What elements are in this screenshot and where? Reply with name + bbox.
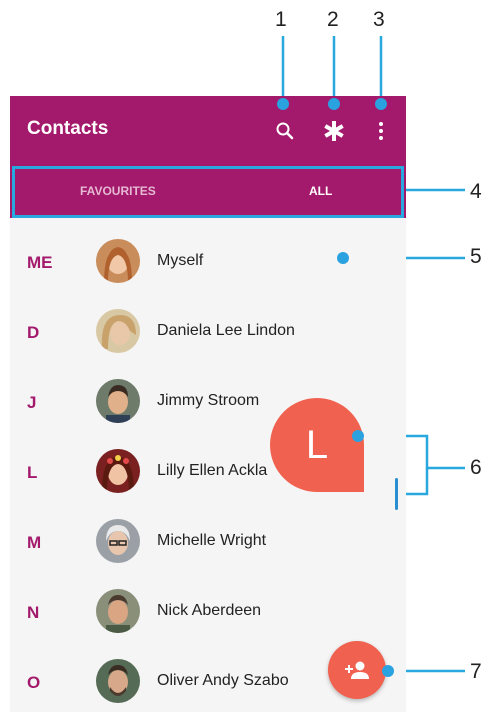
callout-dot <box>277 98 289 110</box>
contact-row[interactable]: ME Myself <box>10 228 406 298</box>
scroll-index-letter: L <box>305 422 329 467</box>
contact-name: Oliver Andy Szabo <box>157 672 289 689</box>
callout-dot <box>337 252 349 264</box>
section-letter: M <box>27 533 42 552</box>
app-bar: Contacts <box>10 96 406 164</box>
contact-name: Myself <box>157 252 204 269</box>
callout-dot <box>352 430 364 442</box>
contact-name: Michelle Wright <box>157 532 267 549</box>
contact-name: Jimmy Stroom <box>157 392 260 409</box>
section-letter: D <box>27 323 40 342</box>
search-icon[interactable] <box>269 115 301 147</box>
avatar <box>96 449 140 493</box>
callout-dot <box>328 98 340 110</box>
add-contact-button[interactable] <box>328 641 386 699</box>
scroll-handle[interactable] <box>395 478 398 510</box>
avatar <box>96 309 140 353</box>
section-letter: L <box>27 463 38 482</box>
callout-dot <box>382 665 394 677</box>
contact-name: Nick Aberdeen <box>157 602 262 619</box>
contact-name: Lilly Ellen Ackla <box>157 462 268 479</box>
avatar <box>96 379 140 423</box>
contact-name: Daniela Lee Lindon <box>157 322 295 339</box>
avatar <box>96 239 140 283</box>
scroll-index-bubble: L <box>270 398 364 492</box>
section-letter: O <box>27 673 41 692</box>
add-contact-icon <box>345 661 369 679</box>
section-letter: N <box>27 603 40 622</box>
avatar <box>96 589 140 633</box>
section-letter: ME <box>27 253 53 272</box>
contact-row[interactable]: M Michelle Wright <box>10 508 406 578</box>
more-vert-icon[interactable] <box>365 115 397 147</box>
asterisk-icon[interactable] <box>318 115 350 147</box>
section-letter: J <box>27 393 37 412</box>
avatar <box>96 659 140 703</box>
contact-row[interactable]: N Nick Aberdeen <box>10 578 406 648</box>
callout-dot <box>375 98 387 110</box>
tabs-highlight <box>12 166 404 218</box>
contact-row[interactable]: D Daniela Lee Lindon <box>10 298 406 368</box>
avatar <box>96 519 140 563</box>
app-title: Contacts <box>27 118 109 139</box>
